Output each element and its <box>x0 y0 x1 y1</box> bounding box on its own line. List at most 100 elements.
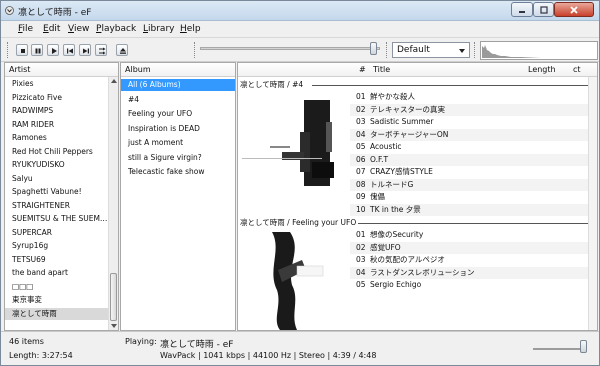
artist-list-item[interactable]: RADWIMPS <box>5 105 108 117</box>
artist-list-item[interactable]: □□□ <box>5 281 108 293</box>
eject-button[interactable] <box>116 44 128 56</box>
artist-list-item[interactable]: SUEMITSU & THE SUEM… <box>5 213 108 225</box>
artist-list-item[interactable]: 東京事変 <box>5 294 108 306</box>
track-title: CRAZY感情STYLE <box>370 167 433 176</box>
menu-edit[interactable]: Edit <box>43 24 60 34</box>
previous-button[interactable] <box>63 44 75 56</box>
now-playing-label: Playing: <box>125 337 157 346</box>
artist-list-item[interactable]: Spaghetti Vabune! <box>5 186 108 198</box>
play-icon <box>52 48 57 54</box>
next-button[interactable] <box>79 44 91 56</box>
artist-list-item[interactable]: SUPERCAR <box>5 227 108 239</box>
scroll-up-icon[interactable] <box>111 79 117 83</box>
volume-handle[interactable] <box>580 340 587 353</box>
track-row[interactable]: 07CRAZY感情STYLE5:000 <box>350 166 597 178</box>
artist-list-item[interactable]: Salyu <box>5 173 108 185</box>
toolbar-grip[interactable] <box>7 42 10 58</box>
album-art[interactable] <box>242 92 344 192</box>
track-row[interactable]: 05Sergio Echigo6:420 <box>350 279 597 291</box>
artist-list-item[interactable]: Red Hot Chili Peppers <box>5 146 108 158</box>
stop-button[interactable] <box>16 44 28 56</box>
track-row[interactable]: 02感覚UFO4:401 <box>350 241 597 254</box>
album-list-item[interactable]: All (6 Albums) <box>121 79 235 91</box>
artist-list-item[interactable]: RYUKYUDISKO <box>5 159 108 171</box>
artist-list-item[interactable]: RAM RIDER <box>5 119 108 131</box>
artist-list-item[interactable]: Syrup16g <box>5 240 108 252</box>
album-list-item[interactable]: Inspiration is DEAD <box>121 123 235 135</box>
track-number: 02 <box>356 242 366 252</box>
toolbar-grip[interactable] <box>194 42 197 58</box>
maximize-button[interactable] <box>533 2 554 17</box>
track-row[interactable]: 03Sadistic Summer4:261 <box>350 116 597 128</box>
album-art[interactable] <box>242 230 344 330</box>
artist-column-header[interactable]: Artist <box>5 63 118 77</box>
group-header[interactable]: 凛として時雨 / Feeling your UFO <box>240 217 356 229</box>
track-row[interactable]: 02テレキャスターの真実3:271 <box>350 103 597 116</box>
scroll-down-icon[interactable] <box>111 324 117 328</box>
menu-view[interactable]: View <box>68 24 89 34</box>
artist-list-item[interactable]: Pixies <box>5 78 108 90</box>
artist-list-item[interactable]: Ramones <box>5 132 108 144</box>
track-row[interactable]: 03秋の気配のアルペジオ3:350 <box>350 254 597 266</box>
artist-list-item[interactable]: TETSU69 <box>5 254 108 266</box>
album-list-item[interactable]: Telecastic fake show <box>121 166 235 178</box>
playlist-scrollbar[interactable] <box>588 77 597 330</box>
track-row[interactable]: 09傀儡6:200 <box>350 191 597 203</box>
menu-file[interactable]: File <box>18 24 33 34</box>
menu-help[interactable]: Help <box>180 24 201 34</box>
maximize-icon <box>539 5 548 14</box>
spectrum-visualizer[interactable] <box>480 41 598 60</box>
chevron-down-icon <box>459 49 465 53</box>
track-title: 秋の気配のアルペジオ <box>370 255 445 264</box>
track-number: 10 <box>356 204 366 214</box>
artist-scrollbar-thumb[interactable] <box>110 273 117 321</box>
toolbar-grip[interactable] <box>386 42 389 58</box>
track-row[interactable]: 05Acoustic3:580 <box>350 141 597 153</box>
title-bar[interactable]: 凛として時雨 - eF <box>1 1 599 21</box>
seek-bar[interactable] <box>200 47 380 50</box>
column-number[interactable]: # <box>359 65 366 74</box>
toolbar-grip[interactable] <box>474 42 477 58</box>
track-row[interactable]: 06O.F.T4:520 <box>350 153 597 166</box>
next-icon <box>83 48 89 54</box>
app-icon[interactable] <box>5 6 14 15</box>
artist-list-item[interactable]: Pizzicato Five <box>5 92 108 104</box>
artist-list-item[interactable]: STRAIGHTENER <box>5 200 108 212</box>
album-list-item[interactable]: just A moment <box>121 137 235 149</box>
artist-scrollbar[interactable] <box>108 77 118 330</box>
playlist-pane: # Title Length ct 凛として時雨 / #4 01鮮やかな殺人4:… <box>237 62 598 331</box>
artist-list-item[interactable]: the band apart <box>5 267 108 279</box>
column-title[interactable]: Title <box>373 65 390 74</box>
stream-info: WavPack | 1041 kbps | 44100 Hz | Stereo … <box>160 351 377 360</box>
dsp-preset-select[interactable]: Default <box>392 42 470 58</box>
album-list-item[interactable]: still a Sigure virgin? <box>121 152 235 164</box>
menu-library[interactable]: Library <box>143 24 174 34</box>
seek-handle[interactable] <box>369 42 377 55</box>
column-count[interactable]: ct <box>573 65 581 74</box>
album-pane: Album All (6 Albums) #4 Feeling your UFO In… <box>120 62 236 331</box>
track-title: Sergio Echigo <box>370 280 422 289</box>
album-column-header[interactable]: Album <box>121 63 235 77</box>
track-title: ターボチャージャーON <box>370 129 449 139</box>
column-length[interactable]: Length <box>528 65 556 74</box>
track-row[interactable]: 04ラストダンスレボリューション4:260 <box>350 266 597 279</box>
track-row[interactable]: 08トルネードG3:140 <box>350 178 597 191</box>
track-row[interactable]: 01鮮やかな殺人4:451 <box>350 91 597 103</box>
track-row[interactable]: 04ターボチャージャーON5:181 <box>350 128 597 141</box>
track-row[interactable]: 01想像のSecurity3:321 <box>350 229 597 241</box>
pause-icon <box>35 48 41 54</box>
minimize-button[interactable] <box>511 2 533 17</box>
group-header[interactable]: 凛として時雨 / #4 <box>240 79 303 91</box>
volume-slider[interactable] <box>533 348 583 350</box>
album-list-item[interactable]: Feeling your UFO <box>121 108 235 120</box>
track-title: トルネードG <box>370 179 414 189</box>
menu-playback[interactable]: Playback <box>96 24 136 34</box>
close-button[interactable] <box>554 2 594 17</box>
pause-button[interactable] <box>31 44 43 56</box>
artist-list-item[interactable]: 凛として時雨 <box>5 307 108 320</box>
album-list-item[interactable]: #4 <box>121 94 235 106</box>
random-button[interactable] <box>95 44 107 56</box>
track-row[interactable]: 10TK in the 夕景4:220 <box>350 203 597 216</box>
play-button[interactable] <box>47 44 59 56</box>
track-title: 感覚UFO <box>370 242 401 252</box>
